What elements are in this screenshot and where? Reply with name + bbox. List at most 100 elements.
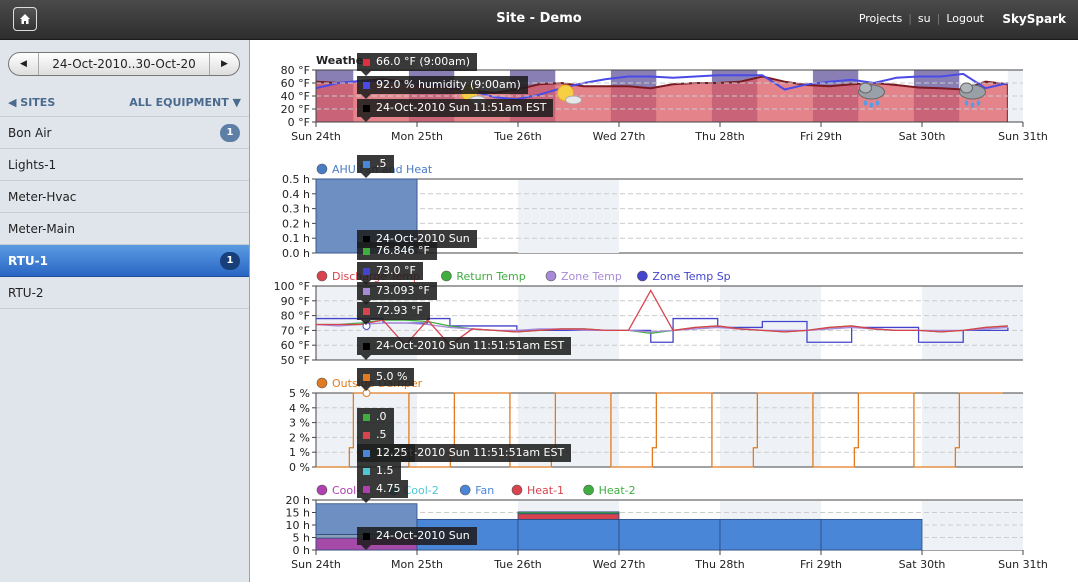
equipment-label: RTU-2: [8, 285, 44, 300]
tooltip-text: 92.0 % humidity (9:00am): [376, 78, 521, 91]
y-tick-label: 15 h: [286, 507, 310, 520]
legend-label: Heat-1: [527, 484, 564, 497]
sidebar-nav: ◀ SITES ALL EQUIPMENT ▼: [8, 96, 241, 109]
stacked-bar-fan: [719, 518, 822, 551]
triangle-left-icon: ◀: [20, 59, 27, 69]
tooltip: 5.0 %: [357, 368, 415, 391]
projects-link[interactable]: Projects: [859, 12, 902, 25]
date-range-label[interactable]: 24-Oct-2010..30-Oct-20: [39, 53, 209, 75]
tooltip-text: 24-Oct-2010 Sun 11:51:51am EST: [376, 339, 565, 352]
home-button[interactable]: [13, 7, 37, 31]
legend-label: Zone Temp Sp: [652, 270, 730, 283]
day-band: [720, 393, 821, 467]
tooltip-swatch: [363, 342, 370, 350]
top-bar: Site - Demo Projects | su | Logout SkySp…: [0, 0, 1078, 40]
tooltip: .0: [357, 408, 394, 426]
tooltip-text: 24-Oct-2010 Sun: [376, 529, 470, 542]
chart-area: 80 °F 60 °F 40 °F 20 °F 0 °F Sun 24th Mon 25th…: [251, 40, 1078, 582]
equipment-item[interactable]: Bon Air 1: [0, 117, 249, 149]
tooltip-swatch: [363, 413, 370, 421]
legend-swatch: [316, 484, 328, 496]
tooltip-swatch: [363, 247, 370, 255]
next-range-button[interactable]: ▶: [209, 53, 239, 75]
y-tick-label: 80 °F: [281, 310, 310, 323]
tooltip: 92.0 % humidity (9:00am): [357, 76, 528, 99]
x-tick-label: Sun 24th: [291, 558, 341, 571]
x-tick-label: Tue 26th: [493, 558, 542, 571]
tooltip-text: 4.75: [376, 482, 401, 495]
tooltip-swatch: [363, 58, 370, 66]
tooltip-swatch: [363, 104, 370, 112]
legend-swatch: [511, 484, 523, 496]
raindrop-shape: [869, 102, 874, 108]
y-tick-label: 50 °F: [281, 354, 310, 367]
tooltip-swatch: [363, 160, 370, 168]
tooltip-swatch: [363, 467, 370, 475]
day-band: [720, 286, 821, 360]
equipment-item[interactable]: Meter-Main: [0, 213, 249, 245]
equipment-label: Meter-Hvac: [8, 189, 77, 204]
x-tick-label: Mon 25th: [391, 130, 443, 143]
legend-swatch: [583, 484, 594, 496]
x-tick-label: Wed 27th: [593, 130, 646, 143]
raindrop-shape: [976, 100, 981, 106]
y-tick-label: 60 °F: [281, 77, 310, 90]
legend-label: Heat-2: [599, 484, 636, 497]
legend-label: Fan: [475, 484, 494, 497]
prev-range-button[interactable]: ◀: [9, 53, 39, 75]
x-tick-label: Sun 31th: [998, 130, 1048, 143]
tooltip-swatch: [363, 287, 370, 295]
logout-link[interactable]: Logout: [946, 12, 984, 25]
y-tick-label: 5 h: [293, 532, 310, 545]
equipment-item[interactable]: Meter-Hvac: [0, 181, 249, 213]
tooltip-text: 24-Oct-2010 Sun 11:51am EST: [376, 101, 547, 114]
legend-swatch: [637, 270, 648, 282]
tooltip-text: .5: [376, 428, 387, 441]
y-tick-label: 1 %: [289, 446, 310, 459]
tooltip: 1.5: [357, 462, 401, 480]
equipment-label: Bon Air: [8, 125, 52, 140]
tooltip-text: 72.93 °F: [376, 304, 423, 317]
equipment-item[interactable]: RTU-2: [0, 277, 249, 309]
tooltip: 73.093 °F: [357, 282, 437, 305]
tooltip-swatch: [363, 81, 370, 89]
raindrop-shape: [863, 100, 868, 106]
equipment-filter-dropdown[interactable]: ALL EQUIPMENT ▼: [129, 96, 241, 109]
tooltip: 73.0 °F: [357, 262, 423, 285]
home-icon: [20, 14, 30, 24]
y-tick-label: 20 °F: [281, 103, 310, 116]
equipment-label: Lights-1: [8, 157, 57, 172]
equipment-item[interactable]: Lights-1: [0, 149, 249, 181]
tooltip: 66.0 °F (9:00am): [357, 53, 478, 76]
y-tick-label: 100 °F: [274, 280, 310, 293]
x-tick-label: Sat 30th: [899, 558, 946, 571]
y-tick-label: 0.2 h: [282, 217, 310, 230]
stacked-bar-fan: [820, 518, 923, 551]
tooltip-swatch: [363, 532, 370, 540]
y-tick-label: 0.4 h: [282, 188, 310, 201]
sidebar: ◀ 24-Oct-2010..30-Oct-20 ▶ ◀ SITES ALL E…: [0, 40, 250, 582]
y-tick-label: 2 %: [289, 431, 310, 444]
raindrop-shape: [970, 102, 975, 108]
tooltip: 24-Oct-2010 Sun: [357, 527, 477, 550]
tooltip: 76.846 °F: [357, 242, 437, 260]
tooltip: 4.75: [357, 480, 408, 503]
legend-swatch: [545, 270, 557, 282]
x-tick-label: Mon 25th: [391, 558, 443, 571]
y-tick-label: 20 h: [286, 494, 310, 507]
cloud-shape: [859, 82, 872, 94]
tooltip-swatch: [363, 449, 370, 457]
tooltip-swatch: [363, 431, 370, 439]
tooltip-swatch: [363, 307, 370, 315]
sites-back-link[interactable]: ◀ SITES: [8, 96, 55, 109]
tooltip-swatch: [363, 267, 370, 275]
tooltip-swatch: [363, 373, 370, 381]
day-band: [922, 286, 1023, 360]
tooltip: .5: [357, 426, 394, 444]
x-tick-label: Sat 30th: [899, 130, 946, 143]
equipment-item[interactable]: RTU-1 1: [0, 245, 249, 277]
day-band: [518, 180, 619, 253]
x-tick-label: Thu 28th: [694, 130, 744, 143]
user-link[interactable]: su: [918, 12, 931, 25]
cloud-shape: [960, 82, 973, 94]
